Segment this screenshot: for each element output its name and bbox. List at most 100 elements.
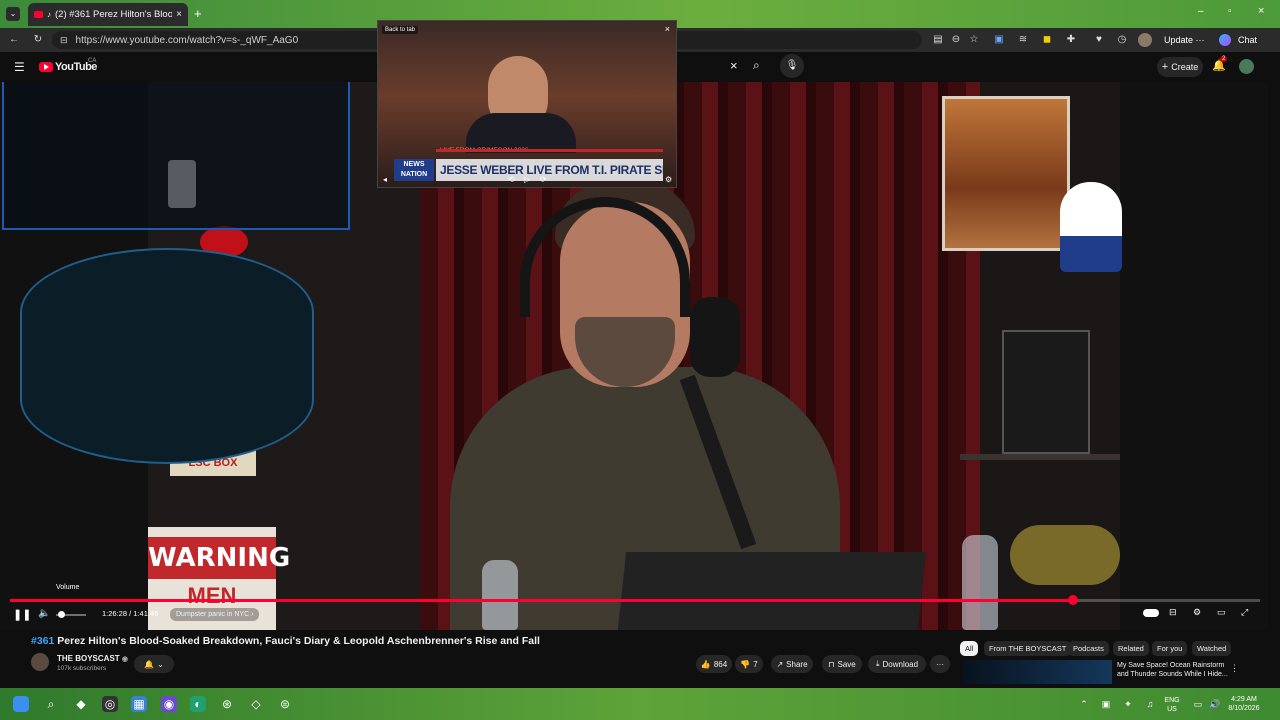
- zoom-icon[interactable]: ⊖: [950, 34, 962, 46]
- like-button[interactable]: 👍 864: [696, 655, 732, 673]
- language-indicator[interactable]: ENG US: [1160, 696, 1184, 714]
- subtitles-icon[interactable]: ⊟: [1169, 607, 1177, 618]
- profile-avatar-icon[interactable]: [1138, 33, 1152, 47]
- back-icon[interactable]: ←: [8, 34, 20, 46]
- minimize-icon[interactable]: –: [1198, 6, 1204, 17]
- volume-tray-icon[interactable]: 🔊: [1207, 696, 1223, 712]
- pause-icon[interactable]: ❚❚: [13, 608, 31, 621]
- miniplayer-icon[interactable]: ▭: [1217, 607, 1226, 618]
- save-button[interactable]: ⊓ Save: [822, 655, 862, 673]
- extension-icon-3[interactable]: ◼: [1041, 34, 1053, 46]
- tray-app-icon-1[interactable]: ▣: [1098, 696, 1114, 712]
- chip-watched[interactable]: Watched: [1192, 641, 1232, 656]
- channel-avatar[interactable]: [31, 653, 49, 671]
- water-bottle-right: [962, 535, 998, 630]
- mini-close-icon[interactable]: ×: [665, 24, 670, 34]
- plus-icon: +: [1161, 61, 1169, 73]
- app-icon-4[interactable]: ⊛: [219, 696, 235, 712]
- chevron-down-icon: ⌄: [157, 659, 164, 669]
- edge-icon[interactable]: ◐: [190, 696, 206, 712]
- fullscreen-icon[interactable]: ⤢: [1241, 607, 1248, 618]
- recommendation-thumbnail[interactable]: [962, 660, 1112, 684]
- chip-from-channel[interactable]: From THE BOYSCAST: [984, 641, 1072, 656]
- new-tab-icon[interactable]: +: [194, 6, 202, 21]
- mini-next-icon[interactable]: ⟳: [540, 175, 547, 184]
- autoplay-toggle-icon[interactable]: [1143, 609, 1159, 617]
- download-icon: ⤓: [875, 659, 880, 668]
- share-icon: ↗: [776, 659, 784, 669]
- mini-headline: JESSE WEBER LIVE FROM T.I. PIRATE SHIP: [436, 159, 663, 181]
- refresh-icon[interactable]: ↻: [32, 34, 44, 46]
- clock[interactable]: 4:29 AM 8/10/2026: [1222, 695, 1266, 713]
- subscribed-bell-button[interactable]: 🔔 ⌄: [134, 655, 174, 673]
- region-code: US: [1167, 706, 1177, 713]
- overlay-frame: [2, 82, 350, 230]
- progress-scrubber[interactable]: [1067, 595, 1078, 605]
- settings-gear-icon[interactable]: ⚙: [1193, 607, 1201, 618]
- site-info-icon[interactable]: ⊟: [60, 35, 68, 46]
- mini-player[interactable]: Back to tab × LIVE FROM CRIMECON 2026 NE…: [377, 20, 677, 188]
- voice-search-icon[interactable]: 🎙: [780, 54, 804, 78]
- mini-volume-icon[interactable]: ◂: [383, 175, 387, 184]
- poster-frame: [942, 96, 1070, 251]
- volume-knob[interactable]: [58, 611, 65, 618]
- thumbs-up-icon: 👍: [700, 659, 711, 669]
- maximize-icon[interactable]: ▫: [1228, 6, 1232, 17]
- tray-chevron-icon[interactable]: ⌃: [1076, 696, 1092, 712]
- reading-view-icon[interactable]: ▤: [932, 34, 944, 46]
- search-taskbar-icon[interactable]: ⌕: [43, 696, 59, 712]
- mini-prev-icon[interactable]: ⟲: [508, 175, 515, 184]
- progress-bar[interactable]: [10, 595, 1260, 605]
- app-icon-3[interactable]: ◉: [161, 696, 177, 712]
- title-hashtag[interactable]: #361: [31, 635, 54, 647]
- chip-for-you[interactable]: For you: [1152, 641, 1188, 656]
- extensions-puzzle-icon[interactable]: ✚: [1065, 34, 1077, 46]
- clear-search-icon[interactable]: ×: [730, 58, 738, 73]
- search-icon[interactable]: ⌕: [753, 58, 760, 73]
- recommendation-title[interactable]: My Save Space! Ocean Rainstorm and Thund…: [1117, 661, 1232, 679]
- app-icon-1[interactable]: ◆: [73, 696, 89, 712]
- chat-button[interactable]: Chat: [1238, 35, 1257, 45]
- tab-active[interactable]: ♪ (2) #361 Perez Hilton's Blood ×: [28, 3, 188, 26]
- copilot-icon[interactable]: [1219, 34, 1231, 46]
- app-icon-2[interactable]: ◎: [102, 696, 118, 712]
- download-button[interactable]: ⤓ Download: [868, 655, 926, 673]
- chip-all[interactable]: All: [960, 641, 979, 656]
- network-icon[interactable]: ▭: [1190, 696, 1206, 712]
- tab-actions-icon[interactable]: ⌄: [6, 7, 20, 21]
- history-icon[interactable]: ◷: [1116, 34, 1128, 46]
- explorer-icon[interactable]: ▦: [131, 696, 147, 712]
- share-button[interactable]: ↗ Share: [771, 655, 813, 673]
- app-icon-5[interactable]: ◇: [248, 696, 264, 712]
- channel-name[interactable]: THE BOYSCAST ◉: [57, 654, 128, 663]
- recommendation-menu-icon[interactable]: ⋮: [1230, 663, 1239, 674]
- hamburger-menu-icon[interactable]: ☰: [14, 60, 25, 74]
- chip-related[interactable]: Related: [1113, 641, 1149, 656]
- performance-icon[interactable]: ♥: [1093, 34, 1105, 46]
- more-actions-button[interactable]: ···: [930, 655, 950, 673]
- volume-icon[interactable]: 🔈: [38, 608, 50, 619]
- extension-icon-1[interactable]: ▣: [993, 34, 1005, 46]
- dislike-button[interactable]: 👎 7: [735, 655, 763, 673]
- chip-podcasts[interactable]: Podcasts: [1068, 641, 1109, 656]
- mini-play-icon[interactable]: ▷: [524, 175, 530, 184]
- tray-app-icon-3[interactable]: ♫: [1142, 696, 1158, 712]
- back-to-tab-button[interactable]: Back to tab: [382, 26, 419, 34]
- windows-start-icon[interactable]: [13, 696, 29, 712]
- close-window-icon[interactable]: ×: [1258, 5, 1264, 17]
- youtube-logo-icon[interactable]: [39, 62, 53, 72]
- mini-settings-icon[interactable]: ⚙: [665, 175, 672, 184]
- update-button[interactable]: Update ···: [1164, 35, 1205, 45]
- favorite-star-icon[interactable]: ☆: [968, 34, 980, 46]
- close-tab-icon[interactable]: ×: [176, 9, 182, 20]
- clock-date: 8/10/2026: [1228, 705, 1260, 712]
- account-avatar-icon[interactable]: [1239, 59, 1254, 74]
- chapter-button[interactable]: Dumpster panic in NYC ›: [170, 608, 260, 621]
- extension-icon-2[interactable]: ≋: [1017, 34, 1029, 46]
- verified-icon: ◉: [121, 656, 129, 663]
- steam-icon[interactable]: ⊜: [277, 696, 293, 712]
- youtube-favicon-icon: [34, 11, 43, 18]
- audio-icon[interactable]: ♪: [47, 10, 51, 19]
- tray-app-icon-2[interactable]: ✦: [1120, 696, 1136, 712]
- create-button[interactable]: + Create: [1157, 57, 1203, 77]
